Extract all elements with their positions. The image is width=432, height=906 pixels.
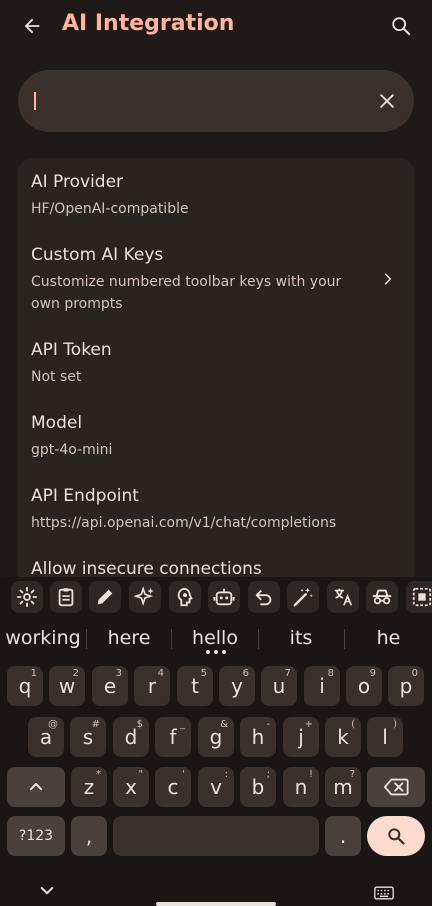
pref-subtitle: gpt-4o-mini bbox=[31, 442, 113, 458]
suggestion-strip: working here hello its he bbox=[0, 617, 432, 659]
search-field[interactable] bbox=[18, 70, 414, 132]
key-m[interactable]: m? bbox=[325, 767, 361, 807]
more-suggestions-icon[interactable] bbox=[206, 650, 226, 654]
home-pill[interactable] bbox=[156, 902, 276, 906]
key-b[interactable]: b; bbox=[240, 767, 276, 807]
key-x[interactable]: x " bbox=[113, 767, 149, 807]
comma-key[interactable]: , bbox=[71, 816, 107, 856]
key-i[interactable]: i8 bbox=[304, 666, 340, 706]
pref-api-endpoint[interactable]: API Endpoint https://api.openai.com/v1/c… bbox=[18, 478, 414, 550]
pref-title: Model bbox=[31, 413, 83, 433]
search-action-key[interactable] bbox=[367, 816, 425, 856]
pref-subtitle: Customize numbered toolbar keys with you… bbox=[31, 274, 342, 312]
key-h[interactable]: h- bbox=[240, 717, 276, 757]
pref-title: AI Provider bbox=[31, 172, 124, 192]
search-icon bbox=[388, 828, 405, 845]
keyboard: working here hello its he q1 w2 e3 r4 t5… bbox=[0, 577, 432, 906]
suggestion-item[interactable]: he bbox=[345, 627, 432, 649]
chevron-up-icon bbox=[29, 783, 43, 791]
chevron-right-icon bbox=[378, 269, 398, 289]
pref-subtitle: Not set bbox=[31, 369, 82, 385]
search-icon[interactable] bbox=[384, 8, 418, 44]
symbols-key[interactable]: ?123 bbox=[7, 816, 65, 856]
suggestion-item[interactable]: working bbox=[0, 627, 86, 649]
page-title: AI Integration bbox=[62, 11, 235, 36]
key-d[interactable]: d $ bbox=[113, 717, 149, 757]
settings-card: AI Provider HF/OpenAI-compatible Custom … bbox=[18, 158, 414, 588]
suggestion-item[interactable]: here bbox=[87, 627, 171, 649]
translate-icon[interactable] bbox=[327, 581, 359, 613]
key-z[interactable]: z * bbox=[71, 767, 107, 807]
pref-api-token[interactable]: API Token Not set bbox=[18, 330, 414, 402]
key-u[interactable]: u7 bbox=[261, 666, 297, 706]
pref-title: API Endpoint bbox=[31, 486, 139, 506]
keyboard-switcher-icon[interactable] bbox=[374, 885, 394, 904]
clipboard-icon[interactable] bbox=[50, 581, 82, 613]
app-bar: AI Integration bbox=[0, 0, 432, 56]
backspace-key[interactable] bbox=[367, 767, 425, 807]
key-l[interactable]: l) bbox=[367, 717, 403, 757]
pref-title: API Token bbox=[31, 340, 112, 360]
keyboard-toolbar bbox=[0, 577, 432, 617]
pref-subtitle: https://api.openai.com/v1/chat/completio… bbox=[31, 515, 337, 531]
pref-custom-ai-keys[interactable]: Custom AI Keys Customize numbered toolba… bbox=[18, 236, 414, 328]
key-e[interactable]: e3 bbox=[92, 666, 128, 706]
key-k[interactable]: k( bbox=[325, 717, 361, 757]
close-icon[interactable] bbox=[374, 88, 400, 114]
navigation-bar bbox=[0, 875, 432, 906]
backspace-icon bbox=[383, 778, 409, 796]
incognito-icon[interactable] bbox=[366, 581, 398, 613]
space-key[interactable] bbox=[113, 816, 319, 856]
key-p[interactable]: p0 bbox=[388, 666, 424, 706]
undo-icon[interactable] bbox=[248, 581, 280, 613]
robot-icon[interactable] bbox=[208, 581, 240, 613]
key-w[interactable]: w2 bbox=[49, 666, 85, 706]
key-n[interactable]: n! bbox=[283, 767, 319, 807]
magic-wand-icon[interactable] bbox=[287, 581, 319, 613]
suggestion-item[interactable]: its bbox=[259, 627, 343, 649]
key-c[interactable]: c ' bbox=[155, 767, 191, 807]
key-s[interactable]: s # bbox=[70, 717, 106, 757]
gear-icon[interactable] bbox=[11, 581, 43, 613]
suggestion-item[interactable]: hello bbox=[172, 627, 258, 649]
pref-subtitle: HF/OpenAI-compatible bbox=[31, 201, 189, 217]
period-key[interactable]: . bbox=[325, 816, 361, 856]
text-cursor bbox=[34, 92, 36, 110]
key-t[interactable]: t5 bbox=[177, 666, 213, 706]
key-f[interactable]: f _ bbox=[155, 717, 191, 757]
key-a[interactable]: a @ bbox=[28, 717, 64, 757]
hide-keyboard-icon[interactable] bbox=[38, 883, 56, 902]
pref-model[interactable]: Model gpt-4o-mini bbox=[18, 404, 414, 476]
pref-ai-provider[interactable]: AI Provider HF/OpenAI-compatible bbox=[18, 158, 414, 230]
back-arrow-icon[interactable] bbox=[14, 8, 50, 44]
key-y[interactable]: y6 bbox=[219, 666, 255, 706]
brain-icon[interactable] bbox=[169, 581, 201, 613]
search-input[interactable] bbox=[42, 88, 362, 114]
pref-title: Custom AI Keys bbox=[31, 245, 164, 265]
select-all-icon[interactable] bbox=[406, 581, 432, 613]
pencil-icon[interactable] bbox=[89, 581, 121, 613]
key-j[interactable]: j + bbox=[283, 717, 319, 757]
sparkles-icon[interactable] bbox=[129, 581, 161, 613]
key-o[interactable]: o9 bbox=[346, 666, 382, 706]
key-v[interactable]: v: bbox=[198, 767, 234, 807]
pref-title: Allow insecure connections bbox=[31, 559, 262, 579]
shift-key[interactable] bbox=[7, 767, 65, 807]
key-g[interactable]: g & bbox=[198, 717, 234, 757]
key-r[interactable]: r4 bbox=[134, 666, 170, 706]
key-q[interactable]: q1 bbox=[7, 666, 43, 706]
